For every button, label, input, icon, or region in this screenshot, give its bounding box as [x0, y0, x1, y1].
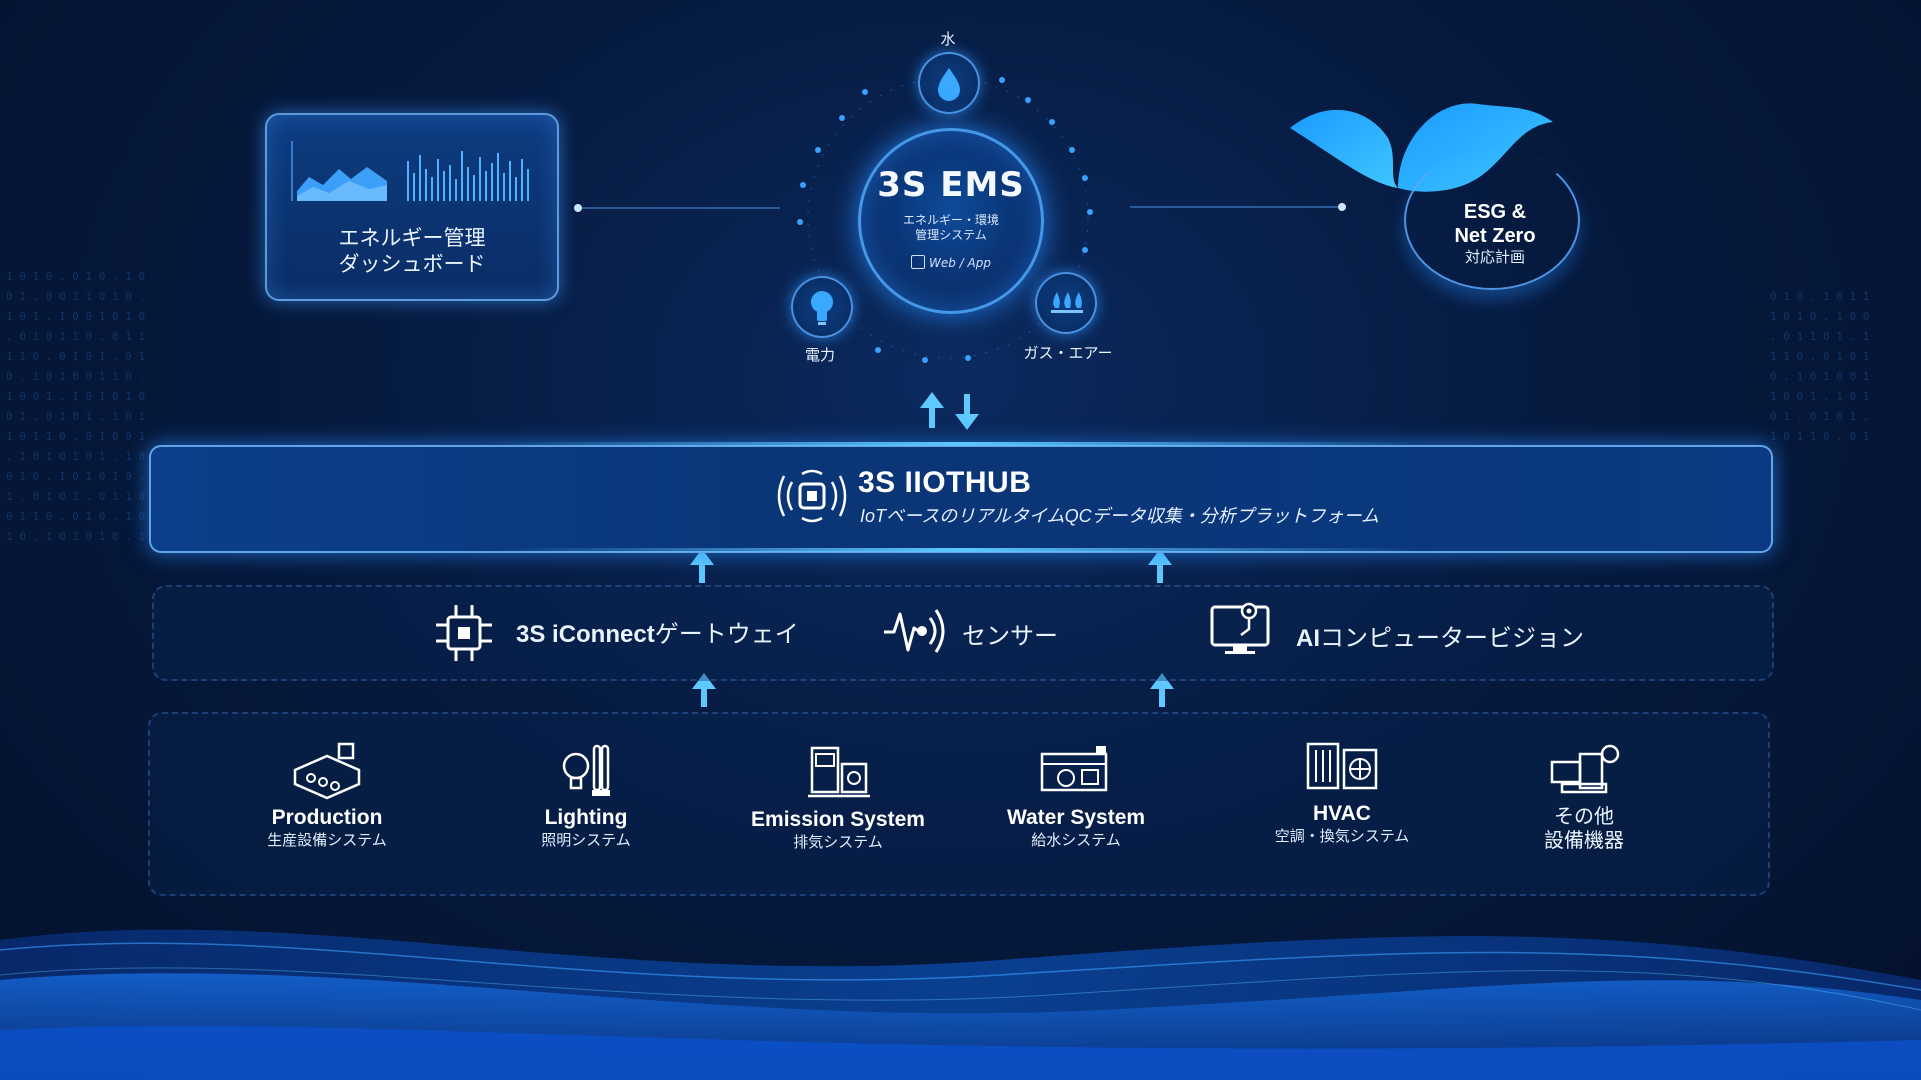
other-equipment-line2: 設備機器 — [1544, 830, 1624, 852]
hub-title: 3S IIOTHUB — [858, 466, 1032, 499]
svg-text:0 1 . 0 1 0 1 .: 0 1 . 0 1 0 1 . — [1770, 410, 1869, 423]
hub-top-glow — [500, 442, 1420, 446]
sensor-wave-icon — [884, 609, 945, 653]
hub-subtitle: IoTベースのリアルタイムQCデータ収集・分析プラットフォーム — [860, 506, 1380, 526]
equipment-emission[interactable]: Emission System 排気システム — [738, 742, 938, 853]
svg-text:0 1 0 . 1 0 1 1: 0 1 0 . 1 0 1 1 — [1770, 290, 1869, 303]
gateway-label-rest: ゲートウェイ — [654, 621, 799, 648]
equipment-hvac[interactable]: HVAC 空調・換気システム — [1242, 736, 1442, 847]
app-icon — [911, 255, 925, 269]
water-system-subtitle: 給水システム — [1031, 832, 1121, 849]
ai-vision-label-rest: コンピュータービジョン — [1320, 625, 1584, 652]
dashboard-label: エネルギー管理 ダッシュボード — [267, 225, 557, 277]
svg-text:0 . 1 0 1 0 0 1: 0 . 1 0 1 0 0 1 — [1770, 370, 1869, 383]
ems-core-circle[interactable]: 3S EMS エネルギー・環境 管理システム Web / App — [858, 128, 1044, 314]
svg-text:1 1 0 . 0 1 0 1: 1 1 0 . 0 1 0 1 — [1770, 350, 1869, 363]
equipment-production[interactable]: Production 生産設備システム — [227, 740, 427, 851]
production-machine-icon — [293, 742, 361, 800]
svg-text:1 0 0 1 . 1 0 1: 1 0 0 1 . 1 0 1 — [1770, 390, 1869, 403]
svg-text:1 0 0 1 . 1 0 1 0 1 0: 1 0 0 1 . 1 0 1 0 1 0 — [6, 390, 145, 403]
esg-line2: Net Zero — [1454, 225, 1536, 247]
svg-text:1 0 1 . 1 0 0 1 0 1 0: 1 0 1 . 1 0 0 1 0 1 0 — [6, 310, 145, 323]
svg-text:1 . 0 1 0 1 . 0 1 1 0: 1 . 0 1 0 1 . 0 1 1 0 — [6, 490, 145, 503]
svg-text:. 0 1 1 0 1 . 1: . 0 1 1 0 1 . 1 — [1770, 330, 1869, 343]
esg-line3: 対応計画 — [1464, 249, 1525, 266]
svg-text:1 0 . 1 0 1 0 1 0 . 1: 1 0 . 1 0 1 0 1 0 . 1 — [6, 530, 145, 543]
svg-text:. 1 0 1 0 1 0 1 . 1 0: . 1 0 1 0 1 0 1 . 1 0 — [6, 450, 145, 463]
other-equipment-icon — [1550, 744, 1620, 794]
hvac-subtitle: 空調・換気システム — [1274, 828, 1410, 845]
svg-text:0 1 1 0 . 0 1 0 . 1 0: 0 1 1 0 . 0 1 0 . 1 0 — [6, 510, 145, 523]
hub-bottom-glow — [500, 548, 1420, 552]
ems-title: 3S EMS — [877, 165, 1025, 205]
emission-system-icon — [808, 746, 870, 798]
gas-air-node[interactable] — [1035, 272, 1097, 334]
svg-text:0 . 1 0 1 0 0 1 1 0 .: 0 . 1 0 1 0 0 1 1 0 . — [6, 370, 145, 383]
gateway-label-bold: 3S iConnect — [516, 621, 655, 648]
gas-air-label: ガス・エアー — [1023, 344, 1113, 362]
esg-line1: ESG & — [1463, 201, 1527, 223]
lightbulb-icon — [811, 291, 833, 325]
wireless-chip-icon — [777, 469, 847, 523]
emission-title: Emission System — [751, 808, 925, 831]
hvac-title: HVAC — [1313, 802, 1371, 825]
gateway-label[interactable]: 3S iConnectゲートウェイ — [516, 614, 799, 649]
svg-text:. 0 1 0 1 1 0 . 0 1 1: . 0 1 0 1 1 0 . 0 1 1 — [6, 330, 145, 343]
dashboard-label-line2: ダッシュボード — [338, 252, 486, 276]
svg-text:1 0 1 1 0 . 0 1 0 0 1: 1 0 1 1 0 . 0 1 0 0 1 — [6, 430, 145, 443]
equipment-water[interactable]: Water System 給水システム — [976, 740, 1176, 851]
lighting-bulb-icon — [562, 744, 610, 796]
ems-subtitle-line1: エネルギー・環境 — [902, 213, 999, 227]
lighting-subtitle: 照明システム — [541, 832, 631, 849]
energy-dashboard-card[interactable]: エネルギー管理 ダッシュボード — [265, 113, 559, 301]
gateway-chip-icon — [436, 605, 492, 661]
power-label: 電力 — [804, 346, 835, 364]
svg-text:0 1 . 0 1 0 1 . 1 0 1: 0 1 . 0 1 0 1 . 1 0 1 — [6, 410, 145, 423]
ems-subtitle-line2: 管理システム — [915, 228, 987, 242]
ems-web-app-label: Web / App — [929, 256, 991, 270]
hvac-unit-icon — [1306, 742, 1378, 790]
water-system-title: Water System — [1006, 806, 1146, 829]
gas-flame-icon — [1051, 292, 1083, 313]
svg-text:0 1 0 . 1 0 1 0 1 0 .: 0 1 0 . 1 0 1 0 1 0 . — [6, 470, 145, 483]
water-node[interactable] — [918, 52, 980, 114]
svg-text:1 0 1 1 0 . 0 1: 1 0 1 1 0 . 0 1 — [1770, 430, 1869, 443]
svg-text:1 0 1 0 . 0 1 0 . 1 0: 1 0 1 0 . 0 1 0 . 1 0 — [6, 270, 145, 283]
svg-text:0 1 . 0 0 1 1 0 1 0 .: 0 1 . 0 0 1 1 0 1 0 . — [6, 290, 145, 303]
production-subtitle: 生産設備システム — [267, 832, 387, 849]
water-drop-icon — [938, 68, 960, 101]
svg-text:1 0 1 0 . 1 0 0: 1 0 1 0 . 1 0 0 — [1770, 310, 1869, 323]
dashboard-label-line1: エネルギー管理 — [338, 226, 486, 250]
other-equipment-line1: その他 — [1554, 806, 1614, 828]
esg-netzero-label[interactable]: ESG & Net Zero 対応計画 — [1420, 200, 1570, 268]
ai-vision-label-bold: AI — [1296, 625, 1320, 652]
ems-subtitle: エネルギー・環境 管理システム — [861, 213, 1041, 243]
dashboard-chart-icon — [291, 141, 529, 201]
water-label: 水 — [940, 30, 956, 48]
lighting-title: Lighting — [544, 806, 628, 829]
equipment-lighting[interactable]: Lighting 照明システム — [486, 740, 686, 851]
sensor-label[interactable]: センサー — [962, 616, 1058, 651]
computer-vision-icon — [1210, 602, 1270, 654]
power-node[interactable] — [791, 276, 853, 338]
svg-text:1 1 0 . 0 1 0 1 . 0 1: 1 1 0 . 0 1 0 1 . 0 1 — [6, 350, 145, 363]
production-title: Production — [271, 806, 383, 829]
water-system-icon — [1040, 746, 1108, 792]
ai-vision-label[interactable]: AIコンピュータービジョン — [1296, 618, 1584, 653]
ems-web-app: Web / App — [861, 255, 1041, 270]
emission-subtitle: 排気システム — [793, 834, 883, 851]
equipment-other[interactable]: その他 設備機器 — [1484, 740, 1684, 853]
